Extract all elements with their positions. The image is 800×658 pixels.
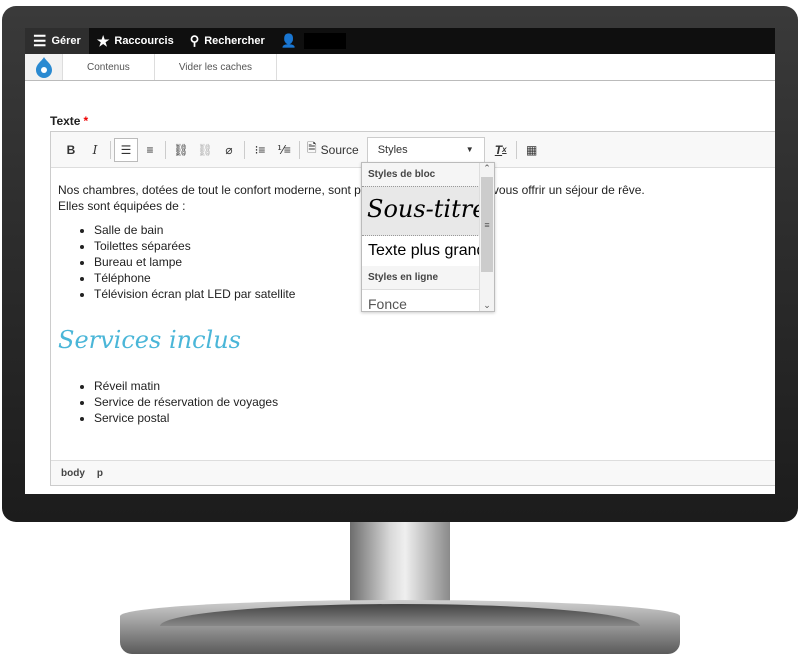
manage-label: Gérer [51, 35, 81, 47]
numbered-list-icon[interactable]: ⅟≡ [272, 138, 296, 162]
align-center-icon[interactable]: ≡ [138, 138, 162, 162]
link-icon[interactable]: ⛓ [169, 138, 193, 162]
user-tab[interactable]: 👤 [273, 28, 354, 54]
link-contents[interactable]: Contenus [63, 54, 155, 80]
option-dark[interactable]: Fonce [362, 289, 480, 311]
user-icon: 👤 [280, 33, 297, 48]
group-block-styles: Styles de bloc [362, 163, 480, 186]
monitor-stand [350, 522, 450, 612]
separator [515, 140, 517, 159]
unlink-icon[interactable]: ⛓ [193, 138, 217, 162]
styles-menu: Styles de bloc Sous-titre Texte plus gra… [361, 162, 495, 312]
scroll-down-icon[interactable]: ⌄ [480, 300, 494, 311]
screen: ☰ Gérer ★ Raccourcis ⚲ Rechercher 👤 Contenu… [25, 28, 775, 494]
link-clear-caches[interactable]: Vider les caches [155, 54, 278, 80]
option-subtitle[interactable]: Sous-titre [362, 186, 486, 236]
list-item: Service de réservation de voyages [94, 394, 772, 410]
search-tab[interactable]: ⚲ Rechercher [182, 28, 273, 54]
bulleted-list-icon[interactable]: ⁝≡ [248, 138, 272, 162]
path-body[interactable]: body [61, 468, 85, 479]
italic-button[interactable]: I [83, 138, 107, 162]
separator [165, 140, 166, 159]
subtitle-heading: Services inclus [58, 326, 241, 354]
search-label: Rechercher [204, 35, 265, 47]
manage-tab[interactable]: ☰ Gérer [25, 28, 89, 54]
separator [244, 140, 245, 159]
drupal-logo[interactable] [25, 54, 63, 80]
star-icon: ★ [96, 32, 110, 49]
admin-toolbar: ☰ Gérer ★ Raccourcis ⚲ Rechercher 👤 [25, 28, 775, 54]
separator [299, 140, 300, 159]
source-button[interactable]: 🗎 Source [303, 138, 363, 162]
scroll-up-icon[interactable]: ⌃ [480, 163, 494, 174]
shortcut-bar: Contenus Vider les caches [25, 54, 775, 81]
styles-dropdown[interactable]: Styles ▼ [366, 136, 485, 163]
bold-button[interactable]: B [59, 138, 83, 162]
services-list: Réveil matin Service de réservation de v… [94, 378, 772, 426]
user-name-redacted [303, 33, 346, 49]
field-label-text: Texte [50, 114, 81, 128]
attachment-icon[interactable]: ⌀ [217, 138, 241, 162]
remove-format-icon[interactable]: Tx [489, 138, 513, 162]
path-p[interactable]: p [97, 468, 103, 479]
styles-label: Styles [377, 143, 408, 156]
element-path: body p [51, 460, 775, 485]
source-label: Source [320, 142, 359, 157]
required-marker: * [83, 114, 89, 128]
field-label: Texte * [50, 114, 88, 128]
align-left-icon[interactable]: ☰ [114, 137, 138, 162]
list-item: Service postal [94, 410, 772, 426]
scroll-thumb[interactable]: ≡ [481, 177, 493, 272]
caret-down-icon: ▼ [465, 145, 474, 154]
table-icon[interactable]: ▦ [520, 138, 544, 162]
search-icon: ⚲ [189, 33, 200, 48]
menu-icon: ☰ [33, 33, 47, 50]
separator [110, 140, 111, 159]
scrollbar[interactable]: ⌃ ≡ ⌄ [479, 163, 494, 311]
option-larger-text[interactable]: Texte plus grand [362, 236, 480, 266]
list-item: Réveil matin [94, 378, 772, 394]
group-inline-styles: Styles en ligne [362, 266, 480, 289]
source-icon: 🗎 [307, 141, 317, 155]
shortcuts-label: Raccourcis [114, 35, 174, 47]
shortcuts-tab[interactable]: ★ Raccourcis [89, 28, 182, 54]
